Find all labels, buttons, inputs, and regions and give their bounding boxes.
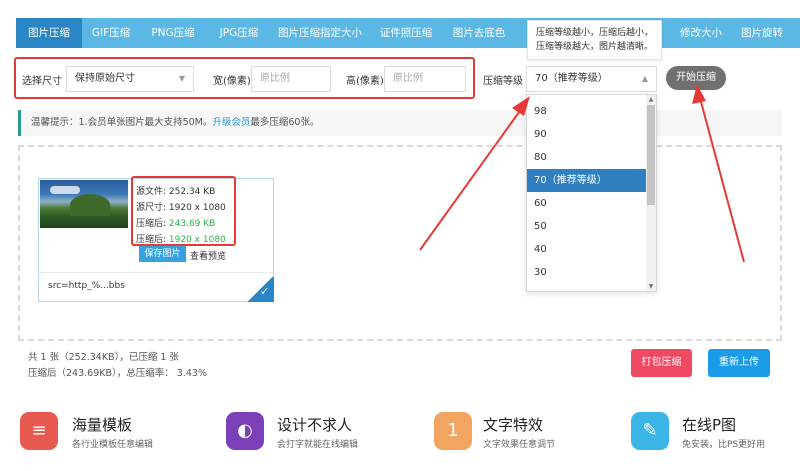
feature-templates[interactable]: ≡ 海量模板 各行业模板任意编辑 [20,412,200,462]
annotation-box-file-info [131,176,236,246]
summary-line-1: 共 1 张（252.34KB），已压缩 1 张 [28,352,179,363]
level-option-70[interactable]: 70（推荐等级） [527,169,647,192]
annotation-box-options [14,57,475,99]
layers-icon: ≡ [20,412,58,450]
pack-compress-button[interactable]: 打包压缩 [631,349,692,377]
tab-compress-to-size[interactable]: 图片压缩指定大小 [272,18,368,48]
notice-bar: 温馨提示：1.会员单张图片最大支持50M。升级会员最多压缩60张。 [18,110,782,136]
level-option-90[interactable]: 90 [527,123,647,146]
checkmark-icon: ✓ [260,285,270,298]
card-divider [39,272,273,273]
tab-png-compress[interactable]: PNG压缩 [140,18,206,48]
tab-image-compress[interactable]: 图片压缩 [16,18,82,48]
thumbnail-cloud [50,186,80,194]
palette-icon: ◐ [226,412,264,450]
scroll-up-icon[interactable]: ▲ [647,96,655,103]
brush-icon: ✎ [631,412,669,450]
compression-level-tooltip: 压缩等级越小，压缩后越小， 压缩等级越大，图片越清晰。 [527,20,662,60]
tab-remove-background[interactable]: 图片去底色 [444,18,514,48]
tooltip-line-2: 压缩等级越大，图片越清晰。 [536,42,654,52]
feature-text-effects[interactable]: 1 文字特效 文字效果任意调节 [434,412,614,462]
scroll-down-icon[interactable]: ▼ [647,283,655,290]
reupload-button[interactable]: 重新上传 [708,349,770,377]
thumbnail-hill [70,194,110,216]
level-option-50[interactable]: 50 [527,215,647,238]
feature-online-ps[interactable]: ✎ 在线P图 免安装，比PS更好用 [631,412,796,462]
tab-gif-compress[interactable]: GIF压缩 [82,18,140,48]
start-compress-button[interactable]: 开始压缩 [666,66,726,90]
feature-title: 在线P图 [682,416,737,434]
level-select-value: 70（推荐等级） [535,73,608,84]
file-source-name: src=http_%...bbs [48,281,125,291]
notice-text: 温馨提示：1.会员单张图片最大支持50M。 [31,117,213,128]
level-label: 压缩等级 [483,76,523,87]
summary-line-2: 压缩后（243.69KB），总压缩率： 3.43% [28,368,207,379]
dropdown-scrollbar-thumb[interactable] [647,105,655,205]
feature-design[interactable]: ◐ 设计不求人 会打字就能在线编辑 [226,412,406,462]
save-image-button[interactable]: 保存图片 [139,246,186,262]
feature-subtitle: 各行业模板任意编辑 [72,440,154,450]
tab-jpg-compress[interactable]: JPG压缩 [206,18,272,48]
text-effect-icon: 1 [434,412,472,450]
level-option-98[interactable]: 98 [527,100,647,123]
level-option-60[interactable]: 60 [527,192,647,215]
feature-title: 文字特效 [483,416,544,434]
level-option-80[interactable]: 80 [527,146,647,169]
view-preview-link[interactable]: 查看预览 [190,249,226,262]
feature-subtitle: 会打字就能在线编辑 [277,440,359,450]
feature-title: 设计不求人 [277,416,353,434]
tab-id-photo-compress[interactable]: 证件照压缩 [368,18,444,48]
upgrade-member-link[interactable]: 升级会员 [212,117,250,128]
feature-subtitle: 文字效果任意调节 [483,440,556,450]
compression-level-dropdown: 98 90 80 70（推荐等级） 60 50 40 30 ▲ ▼ [526,94,657,292]
tab-image-rotate[interactable]: 图片旋转 [724,18,800,48]
chevron-up-icon: ▲ [641,74,648,83]
level-option-30[interactable]: 30 [527,261,647,284]
level-option-40[interactable]: 40 [527,238,647,261]
tab-batch-resize[interactable]: 修改大小 [656,18,724,48]
tooltip-line-1: 压缩等级越小，压缩后越小， [536,28,654,38]
feature-subtitle: 免安装，比PS更好用 [682,440,766,450]
image-thumbnail[interactable] [40,180,128,228]
feature-title: 海量模板 [72,416,133,434]
level-select[interactable]: 70（推荐等级） ▲ [526,66,657,92]
notice-text-2: 最多压缩60张。 [250,117,320,128]
